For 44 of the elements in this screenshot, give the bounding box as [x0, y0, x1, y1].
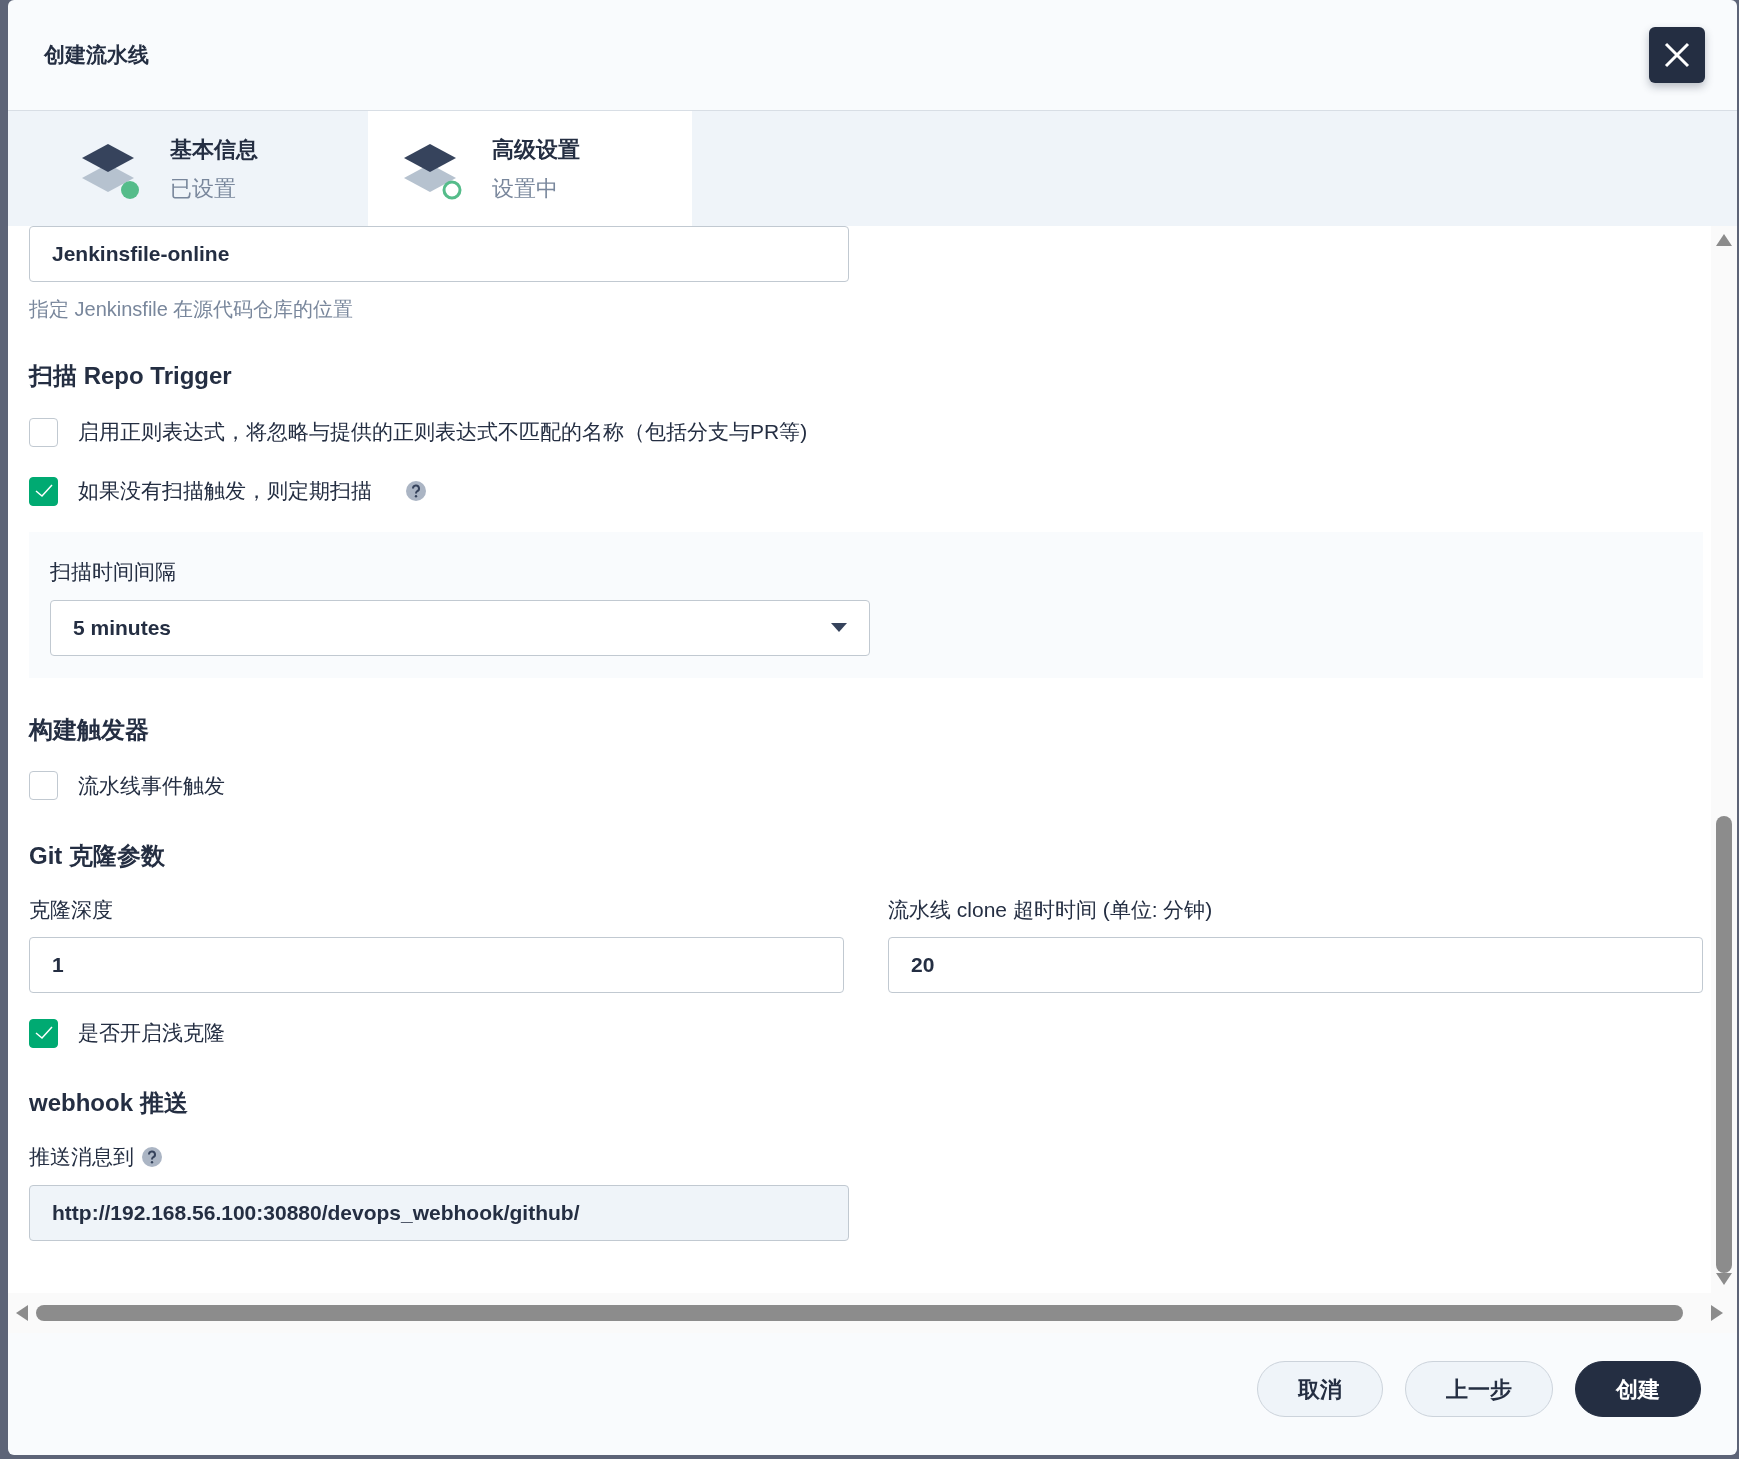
script-path-field[interactable]: Jenkinsfile-online [29, 226, 849, 282]
field-label: 推送消息到 [29, 1144, 134, 1170]
checkmark-icon [34, 1026, 53, 1040]
checkbox[interactable] [29, 771, 58, 800]
field-label: 扫描时间间隔 [50, 559, 177, 585]
secondary-button[interactable]: 上一步 [1405, 1361, 1553, 1417]
secondary-button[interactable]: 取消 [1257, 1361, 1383, 1417]
scroll-left-icon[interactable] [16, 1305, 28, 1321]
section-heading: 构建触发器 [29, 714, 150, 745]
horizontal-scrollbar[interactable] [36, 1305, 1683, 1321]
select-value: 5 minutes [73, 614, 172, 641]
create-button[interactable]: 创建 [1575, 1361, 1701, 1417]
checkbox[interactable] [29, 417, 58, 447]
help-icon[interactable] [142, 1146, 162, 1167]
text-field[interactable]: 20 [888, 937, 1703, 993]
field-label: 克隆深度 [29, 896, 114, 923]
checkbox-label: 启用正则表达式，将忽略与提供的正则表达式不匹配的名称（包括分支与PR等) [78, 419, 808, 446]
field-label: 流水线 clone 超时时间 (单位: 分钟) [888, 896, 1214, 923]
section-heading: webhook 推送 [29, 1088, 189, 1118]
interval-select[interactable]: 5 minutes [50, 599, 870, 656]
close-button[interactable] [1649, 27, 1705, 83]
step-status: 设置中 [492, 174, 559, 203]
help-icon[interactable] [406, 481, 426, 501]
caret-icon [831, 623, 847, 632]
checkmark-icon [34, 484, 53, 498]
hint-text: 指定 Jenkinsfile 在源代码仓库的位置 [29, 297, 355, 322]
close-icon [1664, 42, 1690, 68]
step-title: 基本信息 [170, 135, 258, 164]
checkbox[interactable] [29, 1018, 58, 1048]
step-title: 高级设置 [492, 135, 580, 164]
dialog-title: 创建流水线 [44, 42, 149, 69]
text-field[interactable]: 1 [29, 937, 844, 993]
checkbox-label: 如果没有扫描触发，则定期扫描 [78, 478, 372, 505]
checkbox-label: 是否开启浅克隆 [78, 1020, 225, 1047]
section-heading: 扫描 Repo Trigger [29, 361, 233, 391]
section-heading: Git 克隆参数 [29, 840, 166, 871]
scroll-up-icon[interactable] [1716, 234, 1732, 246]
step-status: 已设置 [170, 174, 237, 203]
step-tab[interactable]: 基本信息 已设置 [8, 111, 368, 226]
webhook-url-field[interactable]: http://192.168.56.100:30880/devops_webhook/github/ [29, 1184, 849, 1241]
scroll-right-icon[interactable] [1711, 1305, 1723, 1321]
checkbox[interactable] [29, 476, 58, 506]
step-tab[interactable]: 高级设置 设置中 [368, 111, 692, 226]
checkbox-label: 流水线事件触发 [78, 772, 225, 799]
